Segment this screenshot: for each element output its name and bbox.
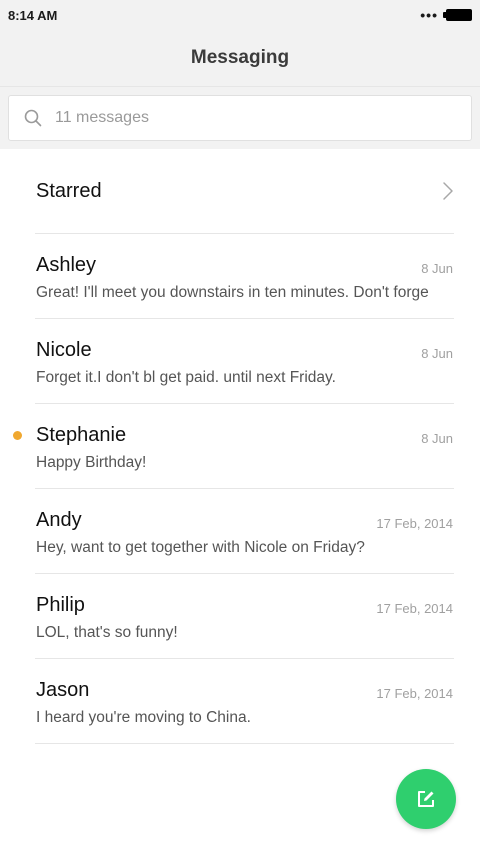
starred-label: Starred [36, 179, 102, 202]
battery-icon [443, 9, 472, 21]
conversation-row[interactable]: Philip 17 Feb, 2014 LOL, that's so funny! [0, 574, 480, 658]
search-input[interactable]: 11 messages [8, 95, 472, 141]
status-icons: ••• [420, 8, 472, 22]
message-date: 8 Jun [421, 261, 453, 276]
message-date: 8 Jun [421, 431, 453, 446]
message-date: 8 Jun [421, 346, 453, 361]
conversation-row[interactable]: Jason 17 Feb, 2014 I heard you're moving t… [0, 659, 480, 743]
message-preview: Forget it.I don't bl get paid. until nex… [36, 369, 336, 386]
contact-name: Philip [36, 594, 85, 616]
message-preview: LOL, that's so funny! [36, 624, 178, 641]
status-time: 8:14 AM [8, 7, 58, 23]
contact-name: Andy [36, 509, 82, 531]
search-placeholder: 11 messages [55, 109, 149, 126]
starred-row[interactable]: Starred [0, 149, 480, 233]
chevron-right-icon [443, 182, 453, 200]
conversation-row[interactable]: Andy 17 Feb, 2014 Hey, want to get togethe… [0, 489, 480, 573]
signal-icon: ••• [420, 7, 438, 23]
contact-name: Ashley [36, 254, 97, 276]
conversation-row[interactable]: Stephanie 8 Jun Happy Birthday! [0, 404, 480, 488]
message-preview: I heard you're moving to China. [36, 709, 251, 726]
message-date: 17 Feb, 2014 [376, 516, 453, 531]
contact-name: Jason [36, 679, 90, 701]
contact-name: Stephanie [36, 424, 127, 446]
message-preview: Great! I'll meet you downstairs in ten m… [36, 284, 429, 301]
conversations: Ashley 8 Jun Great! I'll meet you downstai… [0, 234, 480, 744]
compose-icon [418, 791, 434, 807]
compose-button[interactable] [396, 769, 456, 829]
app-header: Messaging [0, 30, 480, 86]
contact-name: Nicole [36, 339, 92, 361]
unread-dot-icon [13, 431, 22, 440]
message-date: 17 Feb, 2014 [376, 601, 453, 616]
message-preview: Hey, want to get together with Nicole on… [36, 539, 365, 556]
conversation-row[interactable]: Nicole 8 Jun Forget it.I don't bl get paid… [0, 319, 480, 403]
search-area: 11 messages [0, 86, 480, 149]
page-title: Messaging [190, 47, 290, 68]
message-preview: Happy Birthday! [36, 454, 147, 471]
message-date: 17 Feb, 2014 [376, 686, 453, 701]
conversation-row[interactable]: Ashley 8 Jun Great! I'll meet you downstai… [0, 234, 480, 318]
status-bar: 8:14 AM ••• [0, 0, 480, 30]
search-icon [24, 109, 42, 127]
conversation-list: Starred Ashley 8 Jun Great! I'll meet you … [0, 149, 480, 744]
divider [35, 743, 454, 744]
